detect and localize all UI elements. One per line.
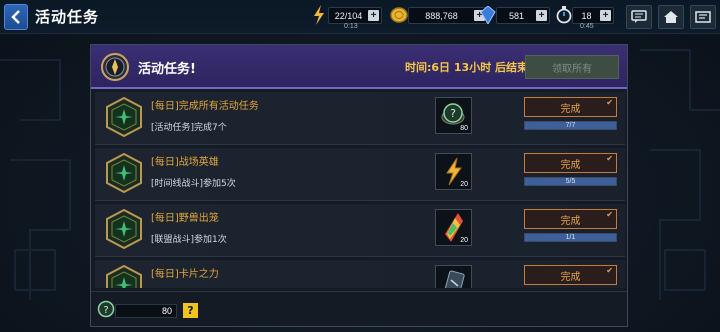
home-button[interactable]: [658, 5, 684, 29]
task-list[interactable]: [每日]完成所有活动任务 [活动任务]完成7个 ? 80 完成 ✔ 7/7 [每…: [95, 92, 625, 288]
hexagon-medal-icon: [106, 97, 142, 137]
task-title: [每日]野兽出笼: [151, 213, 219, 224]
compass-emblem-icon: [101, 53, 129, 81]
card-icon: [444, 270, 465, 288]
task-description: [活动任务]完成7个: [151, 123, 227, 133]
blue-crystal-icon: [480, 6, 496, 24]
task-description: [时间线战斗]参加5次: [151, 179, 236, 189]
stamina-value: 18: [581, 10, 592, 21]
reward-slot[interactable]: [435, 265, 472, 288]
progress-text: 1/1: [565, 234, 576, 241]
activity-task-panel: 活动任务! 时间:6日 13小时 后结束 领取所有 [每日]完成所有活动任务 […: [90, 44, 628, 327]
check-icon: ✔: [606, 210, 613, 219]
complete-button[interactable]: 完成 ✔: [524, 209, 617, 229]
add-crystal-button[interactable]: +: [536, 10, 547, 21]
time-remaining: 时间:6日 13小时 后结束: [405, 61, 529, 74]
question-coin-icon: ?: [97, 300, 115, 318]
hexagon-medal-icon: [106, 209, 142, 249]
progress-bar: 5/5: [524, 177, 617, 186]
help-button[interactable]: ?: [183, 303, 198, 318]
check-icon: ✔: [606, 154, 613, 163]
chat-icon: [631, 10, 647, 23]
energy-counter: 22/104 +: [328, 7, 382, 24]
check-icon: ✔: [606, 98, 613, 107]
gold-value: 888,768: [425, 10, 458, 21]
complete-label: 完成: [560, 159, 581, 171]
crystal-value: 581: [508, 10, 525, 21]
panel-title: 活动任务!: [138, 62, 196, 77]
check-icon: ✔: [606, 266, 613, 275]
reward-quantity: 20: [460, 181, 468, 188]
task-row: [每日]卡片之力 完成 ✔: [95, 260, 625, 288]
task-title: [每日]卡片之力: [151, 269, 219, 280]
gold-coin-icon: [390, 7, 408, 23]
reward-slot[interactable]: 20: [435, 209, 472, 246]
menu-icon: [695, 11, 711, 23]
complete-button[interactable]: 完成 ✔: [524, 153, 617, 173]
progress-text: 5/5: [565, 178, 576, 185]
complete-label: 完成: [560, 103, 581, 115]
energy-timer: 0:13: [344, 23, 358, 30]
back-button[interactable]: [4, 4, 28, 30]
hexagon-medal-icon: [106, 153, 142, 193]
complete-label: 完成: [560, 271, 581, 283]
claim-all-button[interactable]: 领取所有: [525, 55, 619, 79]
page-title: 活动任务: [35, 8, 100, 26]
task-title: [每日]完成所有活动任务: [151, 101, 259, 112]
progress-text: 7/7: [565, 122, 576, 129]
task-row: [每日]战场英雄 [时间线战斗]参加5次 20 完成 ✔ 5/5: [95, 148, 625, 201]
chat-button[interactable]: [626, 5, 652, 29]
activity-points-count: 80: [115, 304, 177, 318]
task-row: [每日]野兽出笼 [联盟战斗]参加1次 20 完成 ✔ 1/1: [95, 204, 625, 257]
add-energy-button[interactable]: +: [368, 10, 379, 21]
svg-text:?: ?: [103, 305, 108, 316]
panel-footer: ? 80 ?: [91, 291, 627, 326]
reward-slot[interactable]: 20: [435, 153, 472, 190]
menu-button[interactable]: [690, 5, 716, 29]
lightning-icon: [314, 5, 324, 25]
stamina-counter: 18 +: [572, 7, 614, 24]
stopwatch-icon: [556, 6, 572, 24]
gold-counter: 888,768 +: [408, 7, 488, 24]
energy-value: 22/104: [334, 10, 363, 21]
complete-button[interactable]: 完成 ✔: [524, 97, 617, 117]
task-row: [每日]完成所有活动任务 [活动任务]完成7个 ? 80 完成 ✔ 7/7: [95, 92, 625, 145]
reward-slot[interactable]: ? 80: [435, 97, 472, 134]
svg-text:?: ?: [450, 107, 456, 120]
crystal-counter: 581 +: [496, 7, 550, 24]
add-stamina-button[interactable]: +: [600, 10, 611, 21]
task-description: [联盟战斗]参加1次: [151, 235, 227, 245]
top-bar: 活动任务 22/104 + 0:13 888,768 + 581 + 18 + …: [0, 0, 720, 34]
progress-bar: 1/1: [524, 233, 617, 242]
reward-quantity: 80: [460, 125, 468, 132]
home-icon: [664, 11, 678, 23]
task-title: [每日]战场英雄: [151, 157, 219, 168]
progress-bar: 7/7: [524, 121, 617, 130]
panel-header: 活动任务! 时间:6日 13小时 后结束 领取所有: [91, 45, 627, 89]
reward-quantity: 20: [460, 237, 468, 244]
chevron-left-icon: [11, 10, 20, 24]
stamina-timer: 0:45: [580, 23, 594, 30]
complete-button[interactable]: 完成 ✔: [524, 265, 617, 285]
complete-label: 完成: [560, 215, 581, 227]
hexagon-medal-icon: [106, 265, 142, 288]
